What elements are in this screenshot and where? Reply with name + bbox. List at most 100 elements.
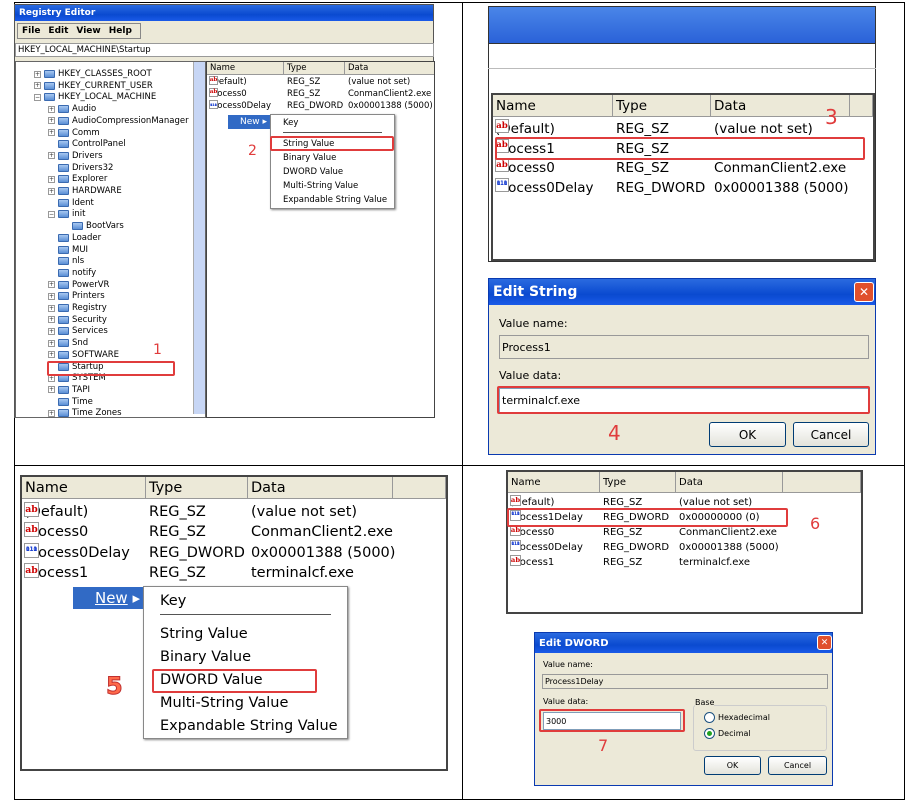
tree-item-tapi[interactable]: + TAPI xyxy=(48,384,90,396)
list-row[interactable]: 011 110 Process0Delay REG_DWORD 0x00001388 (… xyxy=(493,178,873,198)
column-header-data[interactable]: Data xyxy=(248,477,393,498)
list-row[interactable]: 011 110 Process0Delay REG_DWORD 0x00001388 (… xyxy=(22,542,446,563)
menu-item-key[interactable]: Key xyxy=(271,116,394,130)
menu-file[interactable]: File xyxy=(22,26,40,36)
tree-item-ident[interactable]: Ident xyxy=(48,197,94,209)
menu-item-multi-string-value[interactable]: Multi-String Value xyxy=(144,691,347,714)
close-icon[interactable]: ✕ xyxy=(854,282,874,302)
collapse-icon[interactable]: − xyxy=(34,93,41,101)
tree-item-init[interactable]: − init xyxy=(48,208,85,220)
cancel-button[interactable]: Cancel xyxy=(793,422,869,447)
list-row[interactable]: ab (Default) REG_SZ (value not set) xyxy=(493,119,873,139)
list-row[interactable]: ab Process0 REG_SZ ConmanClient2.exe xyxy=(493,158,873,178)
tree-item-controlpanel[interactable]: ControlPanel xyxy=(48,138,126,150)
menu-item-key[interactable]: Key xyxy=(144,589,347,612)
list-row[interactable]: 011 110 Process0Delay REG_DWORD 0x00001388 (… xyxy=(207,100,434,112)
new-menu-item[interactable]: New ▸ xyxy=(73,587,144,609)
menu-item-expandable-string-value[interactable]: Expandable String Value xyxy=(271,193,394,207)
list-row[interactable]: ab Process0 REG_SZ ConmanClient2.exe xyxy=(22,522,446,542)
column-header-name[interactable]: Name xyxy=(22,477,146,498)
expand-icon[interactable]: + xyxy=(48,117,55,125)
list-row[interactable]: ab Process0 REG_SZ ConmanClient2.exe xyxy=(508,525,861,540)
column-header-type[interactable]: Type xyxy=(284,62,345,74)
expand-icon[interactable]: + xyxy=(48,175,55,183)
close-icon[interactable]: ✕ xyxy=(817,635,832,650)
radio-decimal[interactable]: Decimal xyxy=(704,728,751,739)
menu-item-multi-string-value[interactable]: Multi-String Value xyxy=(271,179,394,193)
column-header-type[interactable]: Type xyxy=(146,477,248,498)
menu-item-dword-value[interactable]: DWORD Value xyxy=(271,165,394,179)
column-header-data[interactable]: Data xyxy=(345,62,434,74)
column-header-name[interactable]: Name xyxy=(508,472,600,492)
tree-item-drivers[interactable]: + Drivers xyxy=(48,150,103,162)
tree-item-software[interactable]: + SOFTWARE xyxy=(48,349,119,361)
column-header-name[interactable]: Name xyxy=(493,95,613,116)
tree-item-registry[interactable]: + Registry xyxy=(48,302,107,314)
expand-icon[interactable]: + xyxy=(48,409,55,417)
list-row[interactable]: ab Process0 REG_SZ ConmanClient2.exe xyxy=(207,88,434,100)
collapse-icon[interactable]: − xyxy=(48,210,55,218)
tree-scrollbar[interactable] xyxy=(193,62,205,414)
list-row[interactable]: ab Process1 REG_SZ terminalcf.exe xyxy=(508,555,861,570)
list-row[interactable]: ab (Default) REG_SZ (value not set) xyxy=(207,76,434,88)
tree-item-label: SOFTWARE xyxy=(72,349,120,360)
tree-item-hardware[interactable]: + HARDWARE xyxy=(48,185,122,197)
expand-icon[interactable]: + xyxy=(48,351,55,359)
tree-item-powervr[interactable]: + PowerVR xyxy=(48,279,109,291)
tree-item-loader[interactable]: Loader xyxy=(48,232,101,244)
menu-help[interactable]: Help xyxy=(109,26,132,36)
ok-button[interactable]: OK xyxy=(709,422,786,447)
list-row[interactable]: 011 110 Process0Delay REG_DWORD 0x00001388 (… xyxy=(508,540,861,555)
tree-item-notify[interactable]: notify xyxy=(48,267,96,279)
radio-hexadecimal[interactable]: Hexadecimal xyxy=(704,712,770,723)
tree-item-nls[interactable]: nls xyxy=(48,255,84,267)
tree-item-printers[interactable]: + Printers xyxy=(48,290,105,302)
address-bar[interactable]: HKEY_LOCAL_MACHINE\Startup xyxy=(15,43,434,57)
tree-item-time[interactable]: Time xyxy=(48,396,93,408)
expand-icon[interactable]: + xyxy=(48,316,55,324)
expand-icon[interactable]: + xyxy=(48,327,55,335)
expand-icon[interactable]: + xyxy=(48,292,55,300)
expand-icon[interactable]: + xyxy=(48,129,55,136)
tree-item-bootvars[interactable]: BootVars xyxy=(62,220,124,232)
column-header-data[interactable]: Data xyxy=(676,472,783,492)
expand-icon[interactable]: + xyxy=(34,70,41,78)
values-list[interactable]: Name Type Data ab (Default) REG_SZ (value not … xyxy=(491,93,875,261)
column-header-name[interactable]: Name xyxy=(207,62,284,74)
tree-item-audio[interactable]: + Audio xyxy=(48,103,96,115)
cancel-button[interactable]: Cancel xyxy=(768,756,827,775)
ok-button[interactable]: OK xyxy=(704,756,761,775)
tree-item-hkey_current_user[interactable]: + HKEY_CURRENT_USER xyxy=(34,80,153,92)
tree-item-hkey_classes_root[interactable]: + HKEY_CLASSES_ROOT xyxy=(34,68,152,80)
menu-item-binary-value[interactable]: Binary Value xyxy=(144,645,347,668)
list-row[interactable]: ab (Default) REG_SZ (value not set) xyxy=(22,502,446,522)
menu-item-string-value[interactable]: String Value xyxy=(144,622,347,645)
column-header-type[interactable]: Type xyxy=(613,95,711,116)
tree-item-services[interactable]: + Services xyxy=(48,325,108,337)
menu-item-binary-value[interactable]: Binary Value xyxy=(271,151,394,165)
tree-item-comm[interactable]: + Comm xyxy=(48,127,100,139)
expand-icon[interactable]: + xyxy=(48,105,55,113)
column-header-type[interactable]: Type xyxy=(600,472,676,492)
expand-icon[interactable]: + xyxy=(48,339,55,347)
tree-item-hkey_local_machine[interactable]: − HKEY_LOCAL_MACHINE xyxy=(34,91,156,103)
menu-view[interactable]: View xyxy=(76,26,100,36)
tree-item-drivers32[interactable]: Drivers32 xyxy=(48,162,113,174)
expand-icon[interactable]: + xyxy=(48,304,55,312)
expand-icon[interactable]: + xyxy=(48,152,55,160)
menu-item-expandable-string-value[interactable]: Expandable String Value xyxy=(144,714,347,737)
list-row[interactable]: ab Process1 REG_SZ terminalcf.exe xyxy=(22,562,446,583)
menu-edit[interactable]: Edit xyxy=(48,26,68,36)
tree-item-explorer[interactable]: + Explorer xyxy=(48,173,107,185)
tree-item-security[interactable]: + Security xyxy=(48,314,107,326)
expand-icon[interactable]: + xyxy=(48,386,55,394)
values-list[interactable]: Name Type Data ab (Default) REG_SZ (value not … xyxy=(506,470,863,614)
expand-icon[interactable]: + xyxy=(48,187,55,195)
new-menu-item[interactable]: New ▸ xyxy=(228,115,271,129)
tree-item-time-zones[interactable]: + Time Zones xyxy=(48,407,122,417)
tree-item-snd[interactable]: + Snd xyxy=(48,337,88,349)
tree-item-mui[interactable]: MUI xyxy=(48,244,88,256)
tree-item-audiocompressionmanager[interactable]: + AudioCompressionManager xyxy=(48,115,189,127)
expand-icon[interactable]: + xyxy=(48,281,55,289)
expand-icon[interactable]: + xyxy=(34,82,41,90)
